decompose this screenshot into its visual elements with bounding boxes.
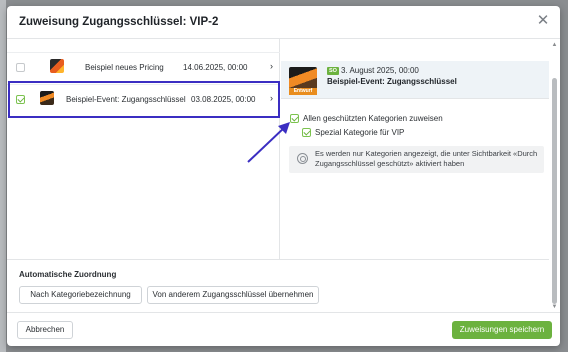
scroll-up-icon[interactable]: ▲ [551, 42, 558, 48]
event-detail-date: 3. August 2025, 00:00 [341, 66, 419, 75]
lifebuoy-icon [297, 153, 308, 164]
from-other-key-button[interactable]: Von anderem Zugangsschlüssel übernehmen [147, 286, 319, 304]
weekday-badge: SO [327, 67, 339, 75]
by-category-button[interactable]: Nach Kategoriebezeichnung [19, 286, 142, 304]
event-detail-header: Entwurf SO 3. August 2025, 00:00 Beispie… [281, 61, 549, 99]
scroll-thumb[interactable] [552, 78, 557, 304]
event-row[interactable]: Beispiel neues Pricing 14.06.2025, 00:00… [7, 52, 280, 82]
scrollbar[interactable]: ▲ ▼ [551, 42, 558, 310]
backdrop-left [0, 0, 6, 352]
assignment-modal: Zuweisung Zugangsschlüssel: VIP-2 ✕ Beis… [7, 6, 560, 346]
event-name: Beispiel-Event: Zugangsschlüssel [66, 95, 186, 104]
category-checkbox[interactable] [302, 128, 311, 137]
close-icon[interactable]: ✕ [536, 13, 550, 28]
event-date: 03.08.2025, 00:00 [191, 95, 256, 104]
chevron-right-icon: › [270, 93, 273, 103]
event-detail-name: Beispiel-Event: Zugangsschlüssel [327, 77, 457, 86]
cancel-button[interactable]: Abbrechen [17, 321, 73, 339]
auto-assignment-section: Automatische Zuordnung Nach Kategoriebez… [7, 259, 549, 312]
chevron-right-icon: › [270, 61, 273, 71]
event-checkbox[interactable] [16, 63, 25, 72]
auto-assignment-title: Automatische Zuordnung [19, 270, 117, 279]
event-thumbnail [50, 59, 64, 73]
event-name: Beispiel neues Pricing [85, 63, 164, 72]
event-detail-pane: Entwurf SO 3. August 2025, 00:00 Beispie… [281, 39, 549, 259]
scroll-down-icon[interactable]: ▼ [551, 304, 558, 310]
event-row[interactable]: Beispiel-Event: Zugangsschlüssel 03.08.2… [7, 84, 280, 114]
modal-footer: Abbrechen Zuweisungen speichern [7, 312, 560, 346]
modal-header: Zuweisung Zugangsschlüssel: VIP-2 ✕ [7, 6, 560, 39]
all-categories-label: Allen geschützten Kategorien zuweisen [303, 114, 443, 123]
save-button[interactable]: Zuweisungen speichern [452, 321, 552, 339]
all-categories-checkbox[interactable] [290, 114, 299, 123]
info-text: Es werden nur Kategorien angezeigt, die … [315, 149, 538, 168]
category-label: Spezial Kategorie für VIP [315, 128, 405, 137]
event-date: 14.06.2025, 00:00 [183, 63, 248, 72]
event-checkbox[interactable] [16, 95, 25, 104]
modal-title: Zuweisung Zugangsschlüssel: VIP-2 [19, 16, 219, 28]
event-list: Beispiel neues Pricing 14.06.2025, 00:00… [7, 39, 280, 259]
draft-badge: Entwurf [289, 88, 317, 95]
event-thumbnail [40, 91, 54, 105]
info-box: Es werden nur Kategorien angezeigt, die … [289, 146, 544, 173]
